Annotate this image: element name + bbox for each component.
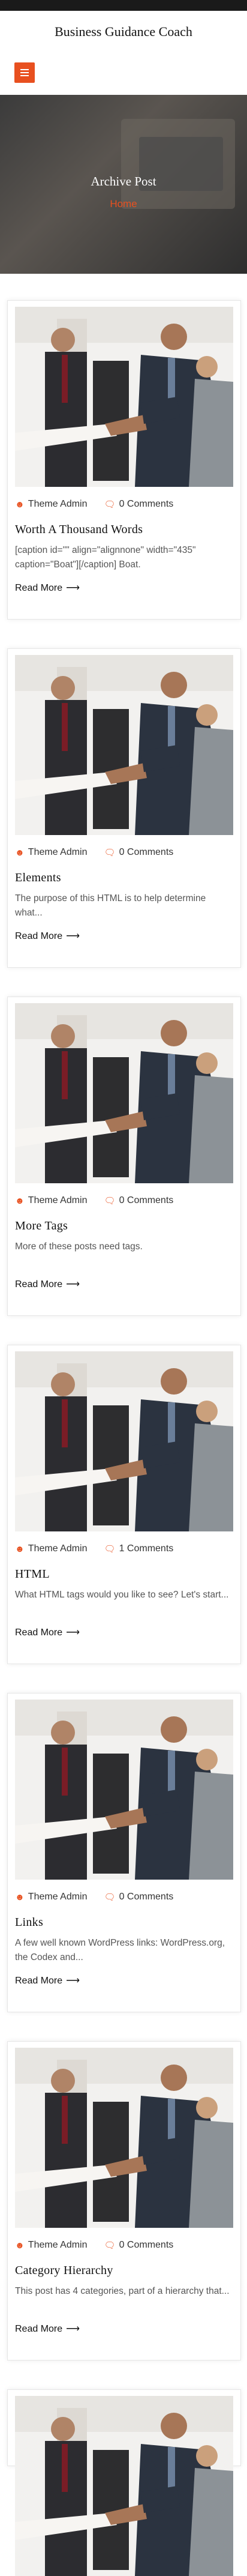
post-excerpt: A few well known WordPress links: WordPr…	[15, 1938, 225, 1963]
read-more-link[interactable]: Read More ⟶	[15, 1626, 80, 1638]
arrow-right-icon: ⟶	[66, 2324, 80, 2334]
post-author[interactable]: Theme Admin	[28, 1892, 88, 1902]
post-card-partial	[7, 2389, 241, 2576]
post-meta: ☻ Theme Admin 🗨 1 Comments	[15, 1543, 173, 1554]
arrow-right-icon: ⟶	[66, 931, 80, 941]
post-excerpt: What HTML tags would you like to see? Le…	[15, 1590, 229, 1600]
post-thumbnail[interactable]	[15, 1003, 233, 1183]
post-excerpt: More of these posts need tags.	[15, 1241, 143, 1252]
user-icon: ☻	[15, 2240, 25, 2251]
page-hero: Archive Post Home	[0, 95, 247, 274]
post-author[interactable]: Theme Admin	[28, 2240, 88, 2251]
user-icon: ☻	[15, 1195, 25, 1206]
post-card: ☻ Theme Admin 🗨 0 Comments Category Hier…	[7, 2041, 241, 2360]
post-thumbnail[interactable]	[15, 2396, 233, 2576]
post-meta: ☻ Theme Admin 🗨 0 Comments	[15, 1892, 173, 1902]
post-author[interactable]: Theme Admin	[28, 499, 88, 510]
comment-icon: 🗨	[104, 2240, 116, 2251]
comment-icon: 🗨	[104, 1196, 116, 1206]
post-title[interactable]: Links	[15, 1916, 43, 1929]
post-comments[interactable]: 0 Comments	[119, 499, 174, 510]
post-card: ☻ Theme Admin 🗨 1 Comments HTML What HTM…	[7, 1345, 241, 1664]
site-title[interactable]: Business Guidance Coach	[0, 11, 247, 48]
comment-icon: 🗨	[104, 499, 116, 510]
user-icon: ☻	[15, 1892, 25, 1902]
post-excerpt: [caption id="" align="alignnone" width="…	[15, 545, 196, 570]
post-thumbnail[interactable]	[15, 2048, 233, 2228]
post-meta: ☻ Theme Admin 🗨 0 Comments	[15, 499, 173, 510]
post-comments[interactable]: 0 Comments	[119, 847, 174, 858]
post-title[interactable]: HTML	[15, 1567, 50, 1581]
comment-icon: 🗨	[104, 1892, 116, 1902]
read-more-link[interactable]: Read More ⟶	[15, 1278, 80, 1290]
post-comments[interactable]: 0 Comments	[119, 1195, 174, 1206]
comment-icon: 🗨	[104, 1544, 116, 1554]
post-meta: ☻ Theme Admin 🗨 0 Comments	[15, 2240, 173, 2251]
page-title: Archive Post	[91, 174, 156, 189]
post-meta: ☻ Theme Admin 🗨 0 Comments	[15, 847, 173, 858]
post-card: ☻ Theme Admin 🗨 0 Comments Elements The …	[7, 648, 241, 968]
read-more-link[interactable]: Read More ⟶	[15, 930, 80, 942]
post-thumbnail[interactable]	[15, 307, 233, 487]
post-author[interactable]: Theme Admin	[28, 847, 88, 858]
user-icon: ☻	[15, 499, 25, 510]
comment-icon: 🗨	[104, 848, 116, 858]
post-title[interactable]: Elements	[15, 871, 61, 885]
post-meta: ☻ Theme Admin 🗨 0 Comments	[15, 1195, 173, 1206]
post-card: ☻ Theme Admin 🗨 0 Comments Links A few w…	[7, 1693, 241, 2012]
post-comments[interactable]: 1 Comments	[119, 1543, 174, 1554]
post-title[interactable]: More Tags	[15, 1219, 68, 1233]
post-excerpt: The purpose of this HTML is to help dete…	[15, 893, 206, 918]
post-comments[interactable]: 0 Comments	[119, 2240, 174, 2251]
breadcrumb-home[interactable]: Home	[0, 198, 247, 210]
post-excerpt: This post has 4 categories, part of a hi…	[15, 2286, 230, 2296]
post-thumbnail[interactable]	[15, 655, 233, 835]
post-thumbnail[interactable]	[15, 1351, 233, 1531]
user-icon: ☻	[15, 1543, 25, 1554]
user-icon: ☻	[15, 847, 25, 858]
post-card: ☻ Theme Admin 🗨 0 Comments More Tags Mor…	[7, 997, 241, 1316]
hamburger-menu-icon[interactable]	[14, 62, 35, 83]
read-more-link[interactable]: Read More ⟶	[15, 1974, 80, 1986]
read-more-link[interactable]: Read More ⟶	[15, 2323, 80, 2335]
post-card: ☻ Theme Admin 🗨 0 Comments Worth A Thous…	[7, 300, 241, 620]
post-thumbnail[interactable]	[15, 1700, 233, 1880]
top-bar	[0, 0, 247, 11]
arrow-right-icon: ⟶	[66, 583, 80, 593]
post-title[interactable]: Category Hierarchy	[15, 2264, 113, 2278]
post-title[interactable]: Worth A Thousand Words	[15, 523, 143, 537]
post-author[interactable]: Theme Admin	[28, 1543, 88, 1554]
arrow-right-icon: ⟶	[66, 1627, 80, 1638]
arrow-right-icon: ⟶	[66, 1279, 80, 1290]
arrow-right-icon: ⟶	[66, 1976, 80, 1986]
post-comments[interactable]: 0 Comments	[119, 1892, 174, 1902]
read-more-link[interactable]: Read More ⟶	[15, 582, 80, 594]
post-author[interactable]: Theme Admin	[28, 1195, 88, 1206]
